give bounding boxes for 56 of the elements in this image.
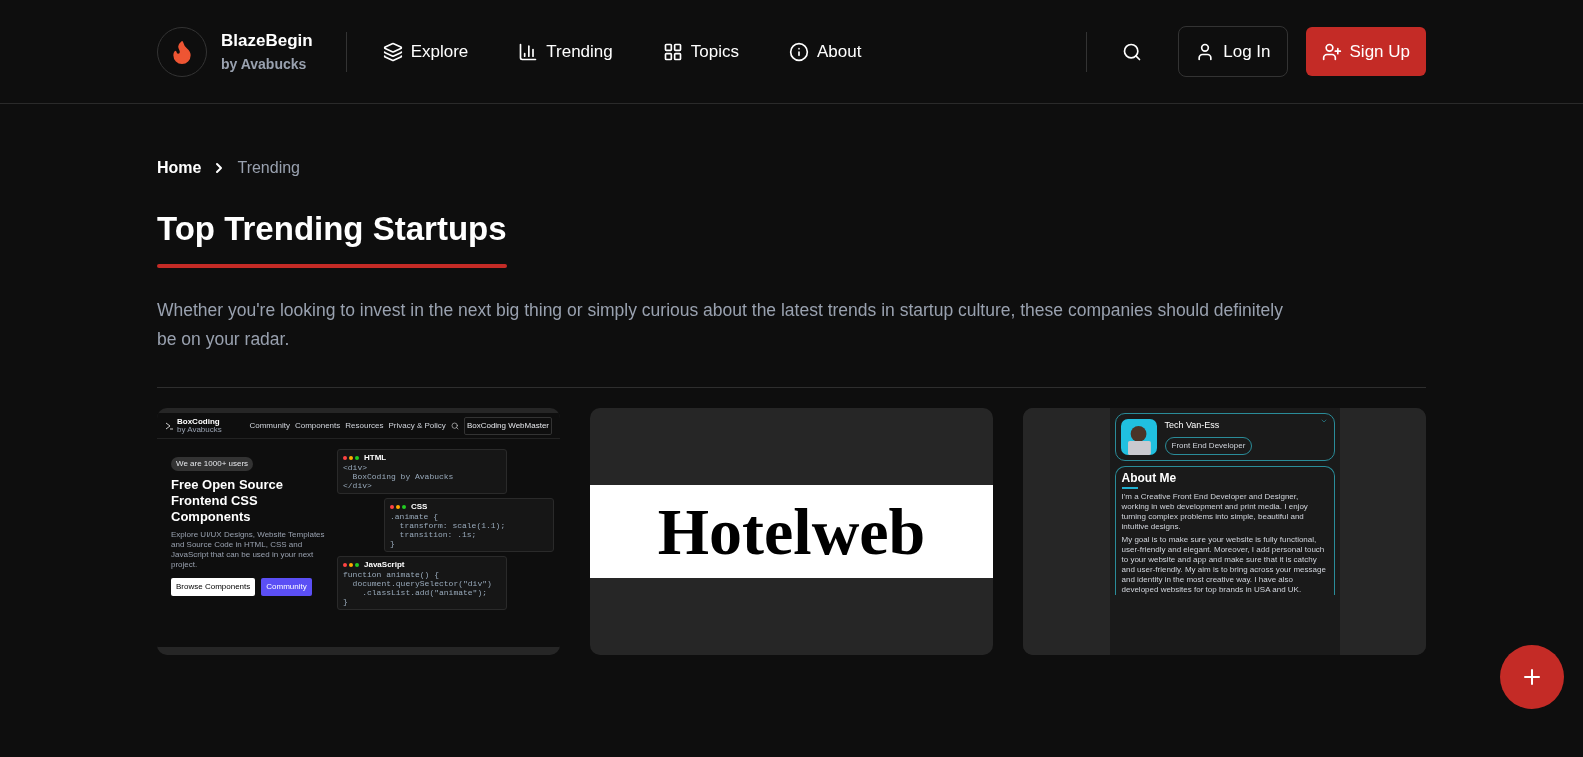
signup-button[interactable]: Sign Up [1305,27,1426,76]
about-icon [788,41,809,62]
code-line: } [343,597,349,606]
site-logo-text: BoxCoding [177,417,220,426]
code-window-title: JavaScript [364,560,405,570]
nav-link[interactable]: Explore [382,38,469,65]
site-description: Explore UI/UX Designs, Website Templates and Source Code in HTML, CSS and JavaScript that can be used in your next project. [171,530,326,570]
breadcrumb-link[interactable]: Home [157,156,202,180]
startup-card[interactable] [1023,408,1426,655]
community-button[interactable]: Community [261,578,312,596]
search-icon[interactable] [1122,41,1143,62]
code-window-title: CSS [411,502,428,512]
code-line: document.querySelector("div") [351,579,493,588]
brand-name[interactable]: BlazeBegin [221,28,313,54]
breadcrumb-link[interactable]: Trending [237,156,300,180]
chevron-down-icon[interactable] [1319,417,1328,425]
topics-icon [662,41,683,62]
site-nav-link[interactable]: Community [249,419,290,432]
page-title: Top Trending Startups [157,209,507,249]
site-account-button[interactable]: BoxCoding WebMaster [463,416,552,435]
code-line: BoxCoding by Avabucks [351,472,455,481]
code-line: } [390,539,396,548]
users-badge: We are 1000+ users [171,457,254,471]
code-window-title: HTML [364,453,387,463]
logo-icon [165,421,174,430]
code-line: .classList.add("animate"); [361,588,489,597]
nav-link[interactable]: Trending [518,38,613,65]
page-description: Whether you're looking to invest in the next big thing or simply curious about the latest trends in startup culture, these companies should definitely be on your radar. [157,299,1284,351]
code-line: </div> [343,481,373,490]
nav-link[interactable]: About [788,38,862,65]
explore-icon [382,41,403,62]
site-nav-link[interactable]: Components [294,419,341,432]
window-dots-icon [343,563,359,567]
login-button[interactable]: Log In [1178,26,1288,77]
code-line: .animate { [390,512,439,521]
site-heading: Free Open Source Frontend CSS Components [171,477,284,525]
code-line: transform: scale(1.1); [398,521,507,530]
site-nav-link[interactable]: Privacy & Policy [388,419,446,432]
window-dots-icon [390,505,406,509]
about-paragraph: I'm a Creative Front End Developer and Designer, working in web development and print media. I enjoy turning complex problems into simple, beautiful and intuitive designs. [1121,492,1309,532]
about-paragraph: My goal is to make sure your website is fully functional, user-friendly and elegant. Moreover, I add personal touch to your website and app and make sure that it is catchy and user-friendly. My aim is to bring across your message and identity in the most creative way. I have also developed websites for top brands in USA and UK. [1121,535,1327,595]
code-line: function animate() { [343,570,440,579]
about-heading: About Me [1121,471,1178,485]
nav-link[interactable]: Topics [662,38,739,65]
site-nav-link[interactable]: Resources [345,419,384,432]
profile-name: Tech Van-Ess [1164,419,1220,433]
code-line: transition: .1s; [398,530,478,539]
site-logo-subtitle: by Avabucks [177,425,222,434]
search-icon[interactable] [450,421,459,430]
code-line: <div> [343,463,368,472]
hotel-logo-text: Hotelweb [657,498,926,565]
trending-icon [518,41,539,62]
window-dots-icon [343,456,359,460]
user-plus-icon [1321,41,1342,62]
browse-button[interactable]: Browse Components [171,578,256,596]
brand-subtitle: by Avabucks [221,54,308,74]
